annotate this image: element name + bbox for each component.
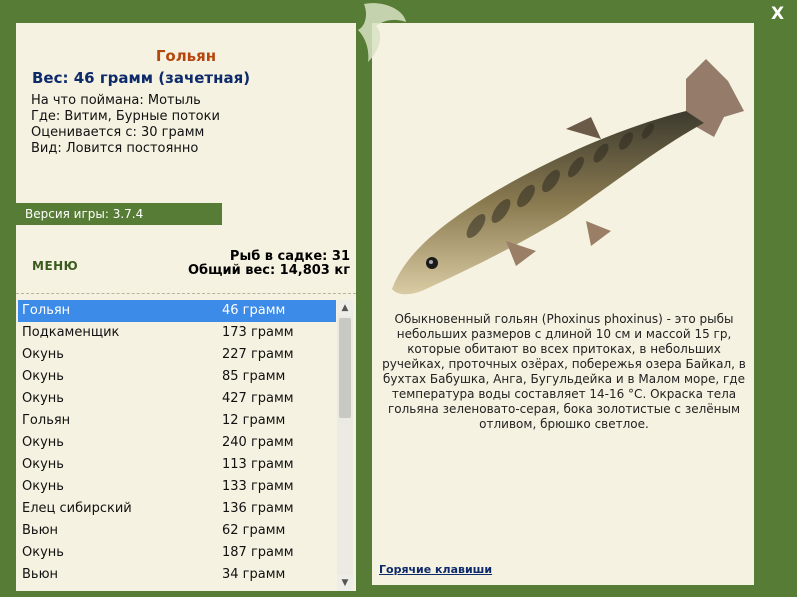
list-item-fish-weight: 34 грамм [222,567,286,582]
version-label: Версия игры: 3.7.4 [16,203,222,225]
catch-stats: Рыб в садке: 31 Общий вес: 14,803 кг [188,250,350,278]
scroll-down-icon[interactable]: ▼ [337,575,353,591]
leaf-ornament-icon [358,3,406,62]
list-item-fish-weight: 85 грамм [222,369,286,384]
list-item-fish-name: Окунь [22,457,64,472]
list-item[interactable]: Окунь 133 грамм [18,476,336,498]
divider [16,293,356,294]
list-item-fish-weight: 62 грамм [222,523,286,538]
list-item-fish-weight: 133 грамм [222,479,294,494]
list-item-fish-name: Елец сибирский [22,501,132,516]
list-item-fish-name: Окунь [22,391,64,406]
list-item-fish-name: Подкаменщик [22,325,120,340]
hotkeys-link[interactable]: Горячие клавиши [379,563,492,576]
list-item-fish-weight: 227 грамм [222,347,294,362]
catch-total-weight: Общий вес: 14,803 кг [187,263,350,278]
list-item-fish-name: Окунь [22,369,64,384]
catch-list[interactable]: Гольян 46 грамм Подкаменщик 173 грамм Окунь 2… [18,300,336,591]
list-item-fish-name: Вьюн [22,523,59,538]
list-item[interactable]: Елец сибирский 136 грамм [18,498,336,520]
list-item-fish-name: Окунь [22,435,64,450]
scroll-up-icon[interactable]: ▲ [337,300,353,316]
list-item[interactable]: Окунь 85 грамм [18,366,336,388]
list-item-fish-weight: 136 грамм [222,501,294,516]
list-item[interactable]: Окунь 240 грамм [18,432,336,454]
fish-kind: Вид: Ловится постоянно [31,141,199,156]
fish-weight: Вес: 46 грамм (зачетная) [32,69,251,87]
catch-count: Рыб в садке: 31 [229,249,350,264]
list-item-fish-weight: 113 грамм [222,457,294,472]
scroll-thumb[interactable] [339,318,351,418]
fish-detail-panel: Обыкновенный гольян (Phoxinus phoxinus) … [372,23,754,585]
list-scrollbar[interactable]: ▲ ▼ [337,300,353,591]
menu-button[interactable]: МЕНЮ [32,259,78,273]
list-item[interactable]: Окунь 113 грамм [18,454,336,476]
fish-title: Гольян [155,47,217,65]
list-item[interactable]: Окунь 227 грамм [18,344,336,366]
list-item[interactable]: Окунь 187 грамм [18,542,336,564]
list-item[interactable]: Гольян 12 грамм [18,410,336,432]
list-item-fish-weight: 12 грамм [222,413,286,428]
fish-location: Где: Витим, Бурные потоки [31,109,220,124]
fish-image [392,59,744,295]
list-item[interactable]: Окунь 427 грамм [18,388,336,410]
list-item-fish-name: Гольян [22,413,71,428]
list-item[interactable]: Вьюн 62 грамм [18,520,336,542]
list-item-fish-weight: 427 грамм [222,391,294,406]
list-item-fish-name: Окунь [22,479,64,494]
list-item-fish-weight: 240 грамм [222,435,294,450]
list-item-fish-name: Окунь [22,545,64,560]
list-item-fish-name: Окунь [22,347,64,362]
fish-description: Обыкновенный гольян (Phoxinus phoxinus) … [382,312,746,431]
list-item[interactable]: Вьюн 34 грамм [18,564,336,586]
list-item-fish-weight: 173 грамм [222,325,294,340]
fish-bait: На что поймана: Мотыль [31,93,201,108]
fish-valued: Оценивается с: 30 грамм [31,125,205,140]
list-item-fish-name: Вьюн [22,567,59,582]
list-item-fish-weight: 187 грамм [222,545,294,560]
list-item-fish-weight: 46 грамм [222,303,286,318]
list-item[interactable]: Подкаменщик 173 грамм [18,322,336,344]
fish-info-panel: Гольян Вес: 46 грамм (зачетная) На что п… [16,23,356,591]
list-item-fish-name: Гольян [22,303,71,318]
list-item[interactable]: Гольян 46 грамм [18,300,336,322]
close-button[interactable]: X [771,4,784,24]
